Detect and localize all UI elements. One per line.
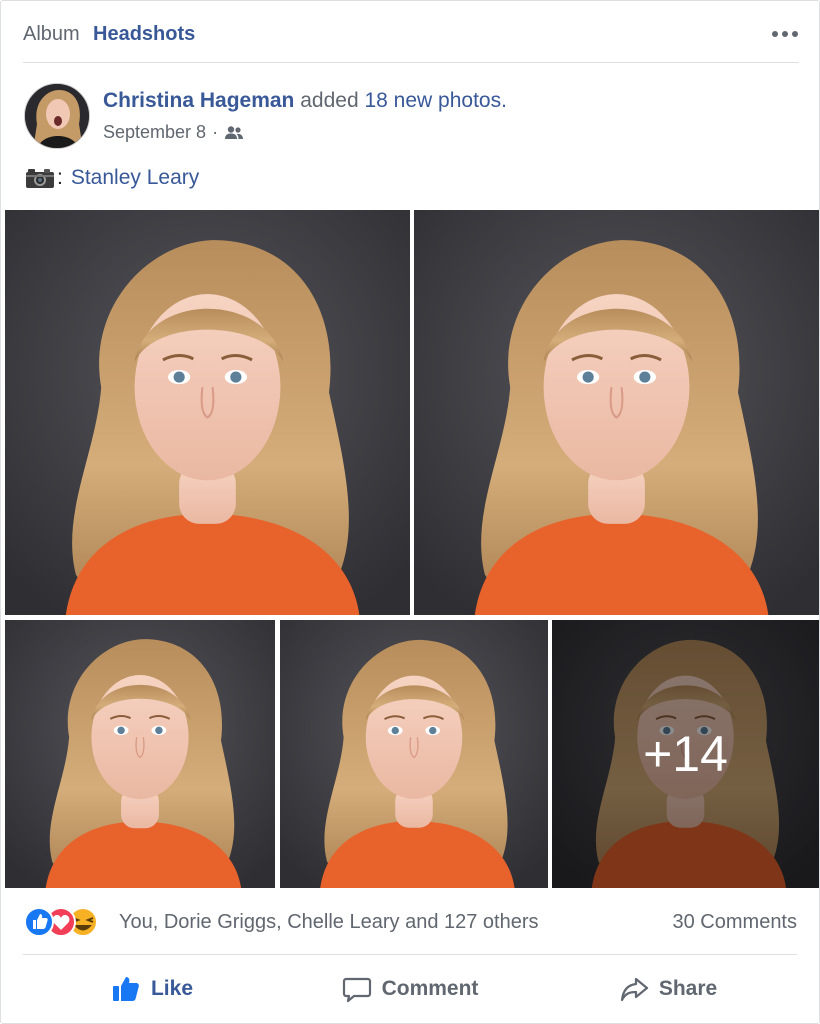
post-caption: : Stanley Leary <box>25 166 199 190</box>
post-headline: Christina Hageman added 18 new photos. <box>103 89 507 113</box>
post-meta: September 8 · <box>103 122 244 143</box>
photo-1[interactable] <box>5 210 410 615</box>
author-avatar[interactable] <box>24 83 90 149</box>
more-dot <box>782 31 788 37</box>
post-action-text: added <box>300 89 359 112</box>
comments-count-link[interactable]: 30 Comments <box>673 911 798 934</box>
reactions-summary: You, Dorie Griggs, Chelle Leary and 127 … <box>23 903 797 943</box>
share-label: Share <box>658 977 718 1000</box>
post-action-bar: Like Comment Share <box>23 963 797 1015</box>
thumbs-up-icon <box>112 977 139 1001</box>
reactions-text[interactable]: You, Dorie Griggs, Chelle Leary and 127 … <box>119 911 539 934</box>
new-photos-link[interactable]: 18 new photos. <box>364 89 506 112</box>
comment-icon <box>342 977 371 1003</box>
more-photos-count: +14 <box>643 726 728 782</box>
like-button[interactable]: Like <box>23 963 281 1015</box>
photo-5-more[interactable]: +14 <box>552 620 819 888</box>
post-date-link[interactable]: September 8 <box>103 122 206 143</box>
like-label: Like <box>150 977 194 1000</box>
author-name-link[interactable]: Christina Hageman <box>103 89 294 112</box>
more-dot <box>772 31 778 37</box>
camera-icon <box>25 167 55 189</box>
caption-colon: : <box>57 166 63 189</box>
friends-icon[interactable] <box>224 125 244 141</box>
photo-3[interactable] <box>5 620 275 888</box>
more-options-button[interactable] <box>767 19 803 49</box>
album-name-link[interactable]: Headshots <box>93 23 195 46</box>
post-card: Album Headshots Christina Hageman added … <box>0 0 820 1024</box>
more-dot <box>792 31 798 37</box>
photo-4[interactable] <box>280 620 548 888</box>
share-icon <box>620 977 648 1002</box>
meta-separator: · <box>212 122 219 142</box>
album-header: Album Headshots <box>23 19 799 63</box>
photographer-link[interactable]: Stanley Leary <box>71 166 199 190</box>
photo-2[interactable] <box>414 210 819 615</box>
comment-button[interactable]: Comment <box>281 963 539 1015</box>
comment-label: Comment <box>381 977 479 1000</box>
album-prefix: Album <box>23 23 80 45</box>
more-photos-overlay: +14 <box>552 620 819 888</box>
divider <box>23 954 797 955</box>
reaction-icons[interactable] <box>23 905 115 939</box>
share-button[interactable]: Share <box>539 963 797 1015</box>
